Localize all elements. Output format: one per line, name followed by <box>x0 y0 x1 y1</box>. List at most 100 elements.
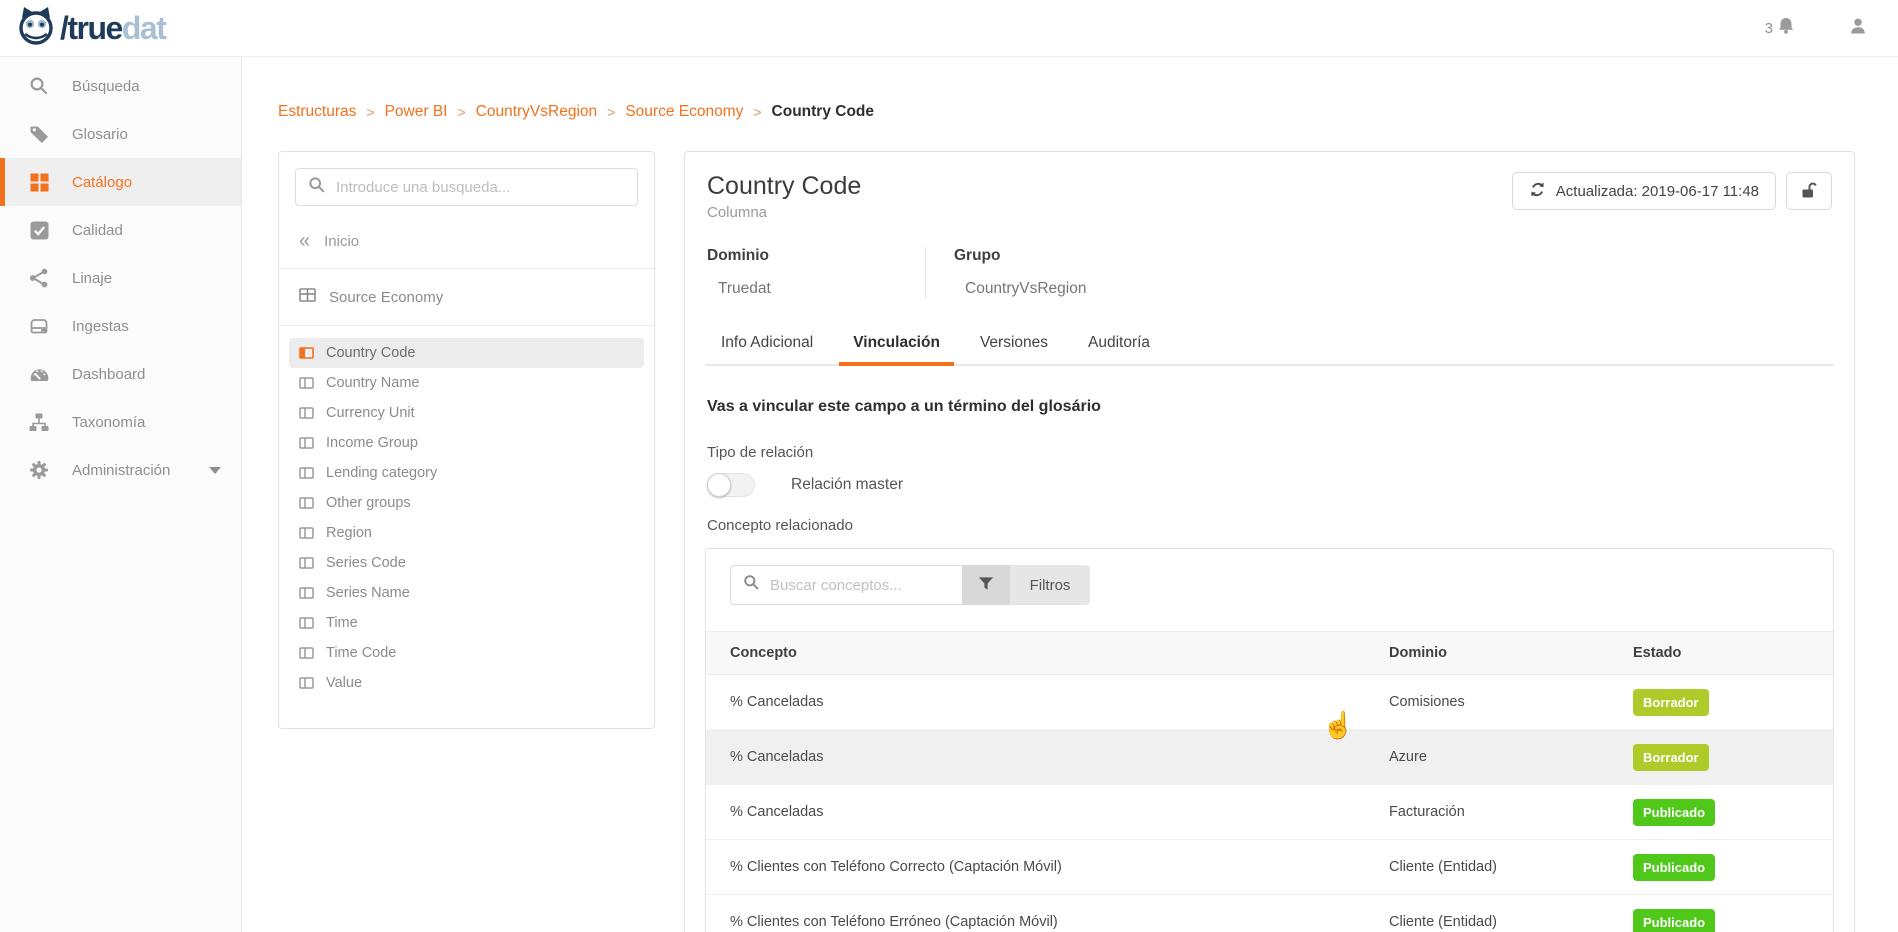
parent-structure-label: Source Economy <box>329 289 443 306</box>
concept-row[interactable]: % Canceladas Facturación Publicado <box>706 785 1833 840</box>
sidebar-item-administracion[interactable]: Administración <box>0 446 241 494</box>
cell-dominio: Facturación <box>1389 804 1633 820</box>
divider <box>279 325 654 326</box>
column-label: Country Code <box>326 345 415 361</box>
column-item-country-name[interactable]: Country Name <box>289 368 644 398</box>
cell-estado: Publicado <box>1633 799 1833 826</box>
tab-info-adicional[interactable]: Info Adicional <box>719 324 815 364</box>
content-area: Estructuras > Power BI > CountryVsRegion… <box>242 57 1898 932</box>
concept-row[interactable]: % Canceladas Azure Borrador <box>706 730 1833 785</box>
sidebar-item-label: Búsqueda <box>72 78 140 95</box>
column-label: Currency Unit <box>326 405 415 421</box>
updated-button[interactable]: Actualizada: 2019-06-17 11:48 <box>1512 172 1776 210</box>
cell-estado: Publicado <box>1633 854 1833 881</box>
sidebar-item-label: Calidad <box>72 222 123 239</box>
sidebar-item-catalogo[interactable]: Catálogo <box>0 158 241 206</box>
relation-master-toggle[interactable] <box>707 473 755 497</box>
column-item-lending-category[interactable]: Lending category <box>289 458 644 488</box>
search-icon <box>28 76 50 96</box>
column-item-time-code[interactable]: Time Code <box>289 638 644 668</box>
refresh-icon <box>1529 181 1546 202</box>
parent-structure-source-economy[interactable]: Source Economy <box>279 273 654 321</box>
column-item-other-groups[interactable]: Other groups <box>289 488 644 518</box>
sidebar-item-calidad[interactable]: Calidad <box>0 206 241 254</box>
column-label: Region <box>326 525 372 541</box>
sidebar-item-label: Ingestas <box>72 318 129 335</box>
breadcrumb-countryvsregion[interactable]: CountryVsRegion <box>476 103 597 121</box>
sidebar-item-ingestas[interactable]: Ingestas <box>0 302 241 350</box>
sidebar-item-dashboard[interactable]: Dashboard <box>0 350 241 398</box>
updated-label: Actualizada: 2019-06-17 11:48 <box>1556 183 1759 200</box>
breadcrumb-power-bi[interactable]: Power BI <box>385 103 448 121</box>
column-item-region[interactable]: Region <box>289 518 644 548</box>
sidebar-item-glosario[interactable]: Glosario <box>0 110 241 158</box>
tab-auditoria[interactable]: Auditoría <box>1086 324 1152 364</box>
cell-estado: Publicado <box>1633 909 1833 932</box>
gauge-icon <box>28 365 50 384</box>
back-label: Inicio <box>324 233 359 250</box>
structure-search-input[interactable] <box>336 179 625 196</box>
app-screen: /truedat 3 <box>0 0 1898 932</box>
column-item-time[interactable]: Time <box>289 608 644 638</box>
back-to-inicio[interactable]: « Inicio <box>279 218 654 264</box>
double-chevron-left-icon: « <box>299 231 310 251</box>
status-badge: Borrador <box>1633 689 1709 716</box>
cell-dominio: Cliente (Entidad) <box>1389 914 1633 930</box>
column-label: Country Name <box>326 375 419 391</box>
sitemap-icon <box>28 413 50 432</box>
group-label: Grupo <box>954 247 1086 265</box>
column-icon <box>299 526 314 540</box>
related-concept-label: Concepto relacionado <box>705 517 1834 534</box>
cell-dominio: Azure <box>1389 749 1633 765</box>
cell-dominio: Cliente (Entidad) <box>1389 859 1633 875</box>
navbar-actions: 3 <box>1765 16 1868 41</box>
sidebar-item-taxonomia[interactable]: Taxonomía <box>0 398 241 446</box>
breadcrumb-estructuras[interactable]: Estructuras <box>278 103 356 121</box>
user-avatar-icon[interactable] <box>1848 16 1868 41</box>
concept-row[interactable]: % Canceladas Comisiones Borrador <box>706 675 1833 730</box>
breadcrumb-current: Country Code <box>772 103 874 121</box>
sidebar-item-label: Linaje <box>72 270 112 287</box>
status-badge: Publicado <box>1633 854 1715 881</box>
concept-row[interactable]: % Clientes con Teléfono Erróneo (Captaci… <box>706 895 1833 932</box>
column-item-series-code[interactable]: Series Code <box>289 548 644 578</box>
cell-concepto: % Clientes con Teléfono Correcto (Captac… <box>706 859 1389 875</box>
concepts-table-header: Concepto Dominio Estado <box>706 631 1833 675</box>
status-badge: Publicado <box>1633 909 1715 932</box>
tab-vinculacion[interactable]: Vinculación <box>851 324 942 364</box>
column-label: Income Group <box>326 435 418 451</box>
cell-estado: Borrador <box>1633 744 1833 771</box>
column-item-value[interactable]: Value <box>289 668 644 698</box>
main-sidebar: Búsqueda Glosario Catálogo <box>0 57 242 932</box>
sidebar-item-label: Dashboard <box>72 366 145 383</box>
top-navbar: /truedat 3 <box>0 0 1898 57</box>
notifications-button[interactable]: 3 <box>1765 16 1796 40</box>
structure-search-box[interactable] <box>295 168 638 206</box>
column-item-country-code[interactable]: Country Code <box>289 338 644 368</box>
column-icon <box>299 466 314 480</box>
column-icon <box>299 616 314 630</box>
sidebar-item-linaje[interactable]: Linaje <box>0 254 241 302</box>
tab-versiones[interactable]: Versiones <box>978 324 1050 364</box>
column-item-income-group[interactable]: Income Group <box>289 428 644 458</box>
column-icon <box>299 496 314 510</box>
lock-button[interactable] <box>1786 172 1832 210</box>
cell-concepto: % Canceladas <box>706 749 1389 765</box>
column-icon <box>299 436 314 450</box>
breadcrumb-separator: > <box>457 104 465 120</box>
header-dominio: Dominio <box>1389 645 1633 661</box>
column-item-series-name[interactable]: Series Name <box>289 578 644 608</box>
truedat-logo[interactable]: /truedat <box>16 5 165 52</box>
domain-value: Truedat <box>707 280 925 298</box>
concepts-container: Filtros Concepto Dominio Estado % Cancel… <box>705 548 1834 932</box>
concept-search-box[interactable] <box>730 565 962 605</box>
concept-row[interactable]: % Clientes con Teléfono Correcto (Captac… <box>706 840 1833 895</box>
filter-funnel-button[interactable] <box>962 565 1010 605</box>
concept-search-input[interactable] <box>770 577 950 594</box>
column-icon <box>299 586 314 600</box>
sidebar-item-busqueda[interactable]: Búsqueda <box>0 62 241 110</box>
search-icon <box>743 574 760 596</box>
breadcrumb-source-economy[interactable]: Source Economy <box>625 103 743 121</box>
filters-button[interactable]: Filtros <box>1010 565 1090 605</box>
column-item-currency-unit[interactable]: Currency Unit <box>289 398 644 428</box>
